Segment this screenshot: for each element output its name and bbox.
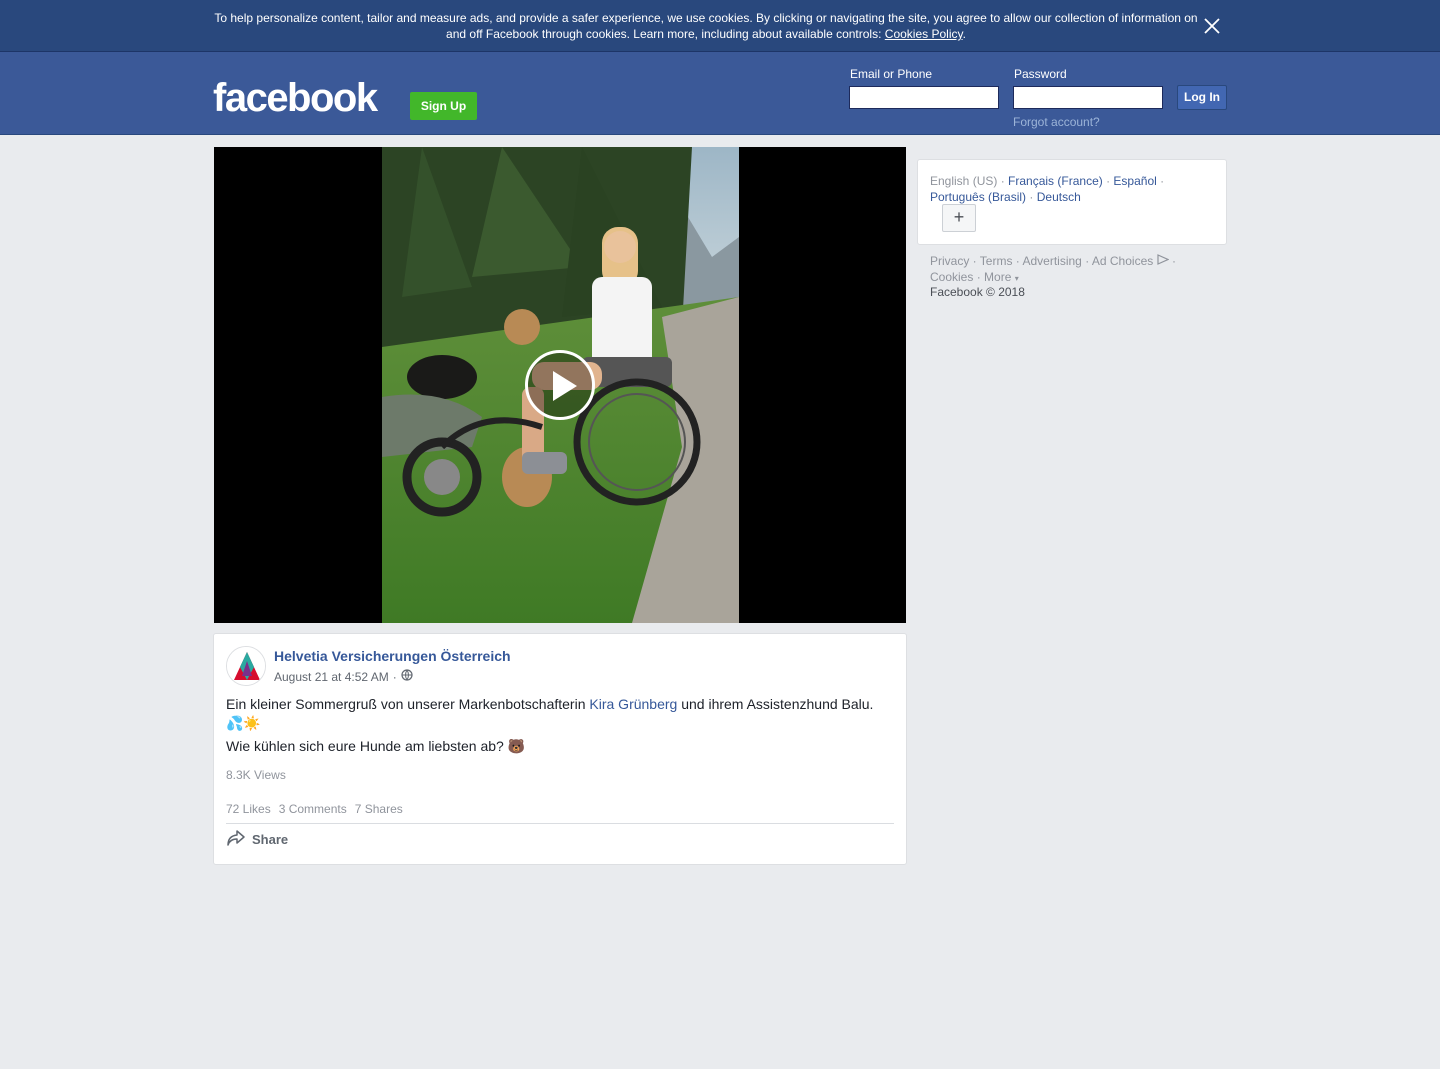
sign-up-button[interactable]: Sign Up xyxy=(410,92,477,120)
shares-count[interactable]: 7 Shares xyxy=(355,802,403,816)
language-list: English (US) · Français (France) · Españ… xyxy=(930,174,1165,204)
cookie-suffix: . xyxy=(962,27,966,41)
post-text-after: und ihrem Assistenzhund Balu. xyxy=(677,696,874,712)
share-label: Share xyxy=(252,831,289,847)
post-divider xyxy=(226,823,894,824)
footer-link-cookies[interactable]: Cookies xyxy=(930,270,973,284)
more-languages-button[interactable]: + xyxy=(942,204,976,232)
video-player[interactable] xyxy=(214,147,906,623)
view-count: 8.3K Views xyxy=(226,768,286,782)
close-icon[interactable] xyxy=(1202,16,1222,36)
footer-link-terms[interactable]: Terms xyxy=(980,254,1013,268)
footer-link-more[interactable]: More xyxy=(984,270,1011,284)
post-message: Ein kleiner Sommergruß von unserer Marke… xyxy=(226,695,896,734)
cookie-text: To help personalize content, tailor and … xyxy=(208,10,1204,42)
page-avatar[interactable] xyxy=(226,646,266,686)
language-link-spanish[interactable]: Español xyxy=(1113,174,1156,188)
post-stats: 72 Likes 3 Comments 7 Shares xyxy=(226,802,403,816)
post-timestamp[interactable]: August 21 at 4:52 AM xyxy=(274,670,389,684)
post-card: Helvetia Versicherungen Österreich Augus… xyxy=(213,633,907,865)
post-emojis: 💦☀️ xyxy=(226,716,261,732)
share-button[interactable]: Share xyxy=(226,827,288,851)
language-selector: English (US) · Français (France) · Españ… xyxy=(917,159,1227,245)
password-field[interactable] xyxy=(1013,86,1163,109)
password-label: Password xyxy=(1014,67,1067,81)
ad-choices-icon xyxy=(1156,254,1172,268)
copyright-text: Facebook © 2018 xyxy=(930,285,1025,299)
facebook-logo[interactable]: facebook xyxy=(213,76,378,120)
log-in-button[interactable]: Log In xyxy=(1177,85,1227,110)
forgot-account-link[interactable]: Forgot account? xyxy=(1013,115,1100,129)
post-text-before: Ein kleiner Sommergruß von unserer Marke… xyxy=(226,696,590,712)
footer-link-ad-choices[interactable]: Ad Choices xyxy=(1092,254,1153,268)
cookie-banner: To help personalize content, tailor and … xyxy=(0,0,1440,52)
language-link-french[interactable]: Français (France) xyxy=(1008,174,1103,188)
email-field[interactable] xyxy=(849,86,999,109)
play-icon[interactable] xyxy=(525,350,595,420)
share-icon xyxy=(226,829,246,850)
footer-link-privacy[interactable]: Privacy xyxy=(930,254,969,268)
footer-link-advertising[interactable]: Advertising xyxy=(1022,254,1081,268)
likes-count[interactable]: 72 Likes xyxy=(226,802,271,816)
cookies-policy-link[interactable]: Cookies Policy xyxy=(885,27,963,41)
post-question: Wie kühlen sich eure Hunde am liebsten a… xyxy=(226,738,526,754)
post-meta: August 21 at 4:52 AM · xyxy=(274,669,413,684)
meta-separator: · xyxy=(392,669,397,684)
comments-count[interactable]: 3 Comments xyxy=(279,802,347,816)
top-header: facebook Sign Up Email or Phone Password… xyxy=(0,52,1440,135)
footer-links: Privacy · Terms · Advertising · Ad Choic… xyxy=(930,254,1176,284)
chevron-down-icon: ▾ xyxy=(1014,274,1019,283)
language-link-portuguese[interactable]: Português (Brasil) xyxy=(930,190,1026,204)
language-link-german[interactable]: Deutsch xyxy=(1037,190,1081,204)
page-name-link[interactable]: Helvetia Versicherungen Österreich xyxy=(274,648,511,664)
globe-icon xyxy=(401,669,413,684)
mention-link[interactable]: Kira Grünberg xyxy=(589,696,677,712)
language-current: English (US) xyxy=(930,174,998,188)
cookie-message: To help personalize content, tailor and … xyxy=(214,11,1198,41)
email-label: Email or Phone xyxy=(850,67,933,81)
